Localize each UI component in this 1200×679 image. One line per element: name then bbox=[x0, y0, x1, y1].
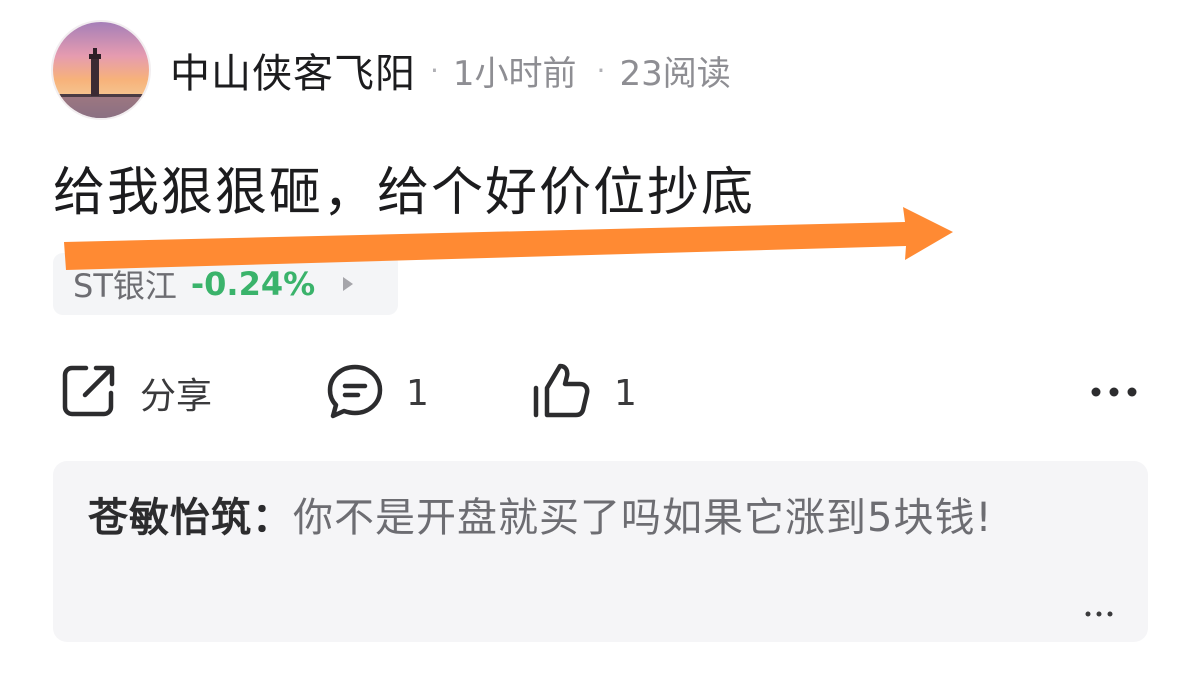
like-count: 1 bbox=[614, 372, 637, 414]
meta-separator: · bbox=[596, 53, 606, 87]
meta-separator: · bbox=[430, 53, 439, 87]
share-button[interactable]: 分享 bbox=[60, 350, 212, 436]
comment-more-icon[interactable] bbox=[1084, 604, 1114, 617]
like-button[interactable]: 1 bbox=[530, 350, 637, 436]
chevron-right-icon bbox=[343, 277, 354, 291]
read-count: 23阅读 bbox=[619, 53, 731, 94]
author-avatar[interactable] bbox=[53, 22, 149, 118]
author-name[interactable]: 中山侠客飞阳 bbox=[170, 41, 416, 99]
share-out-icon bbox=[60, 362, 118, 424]
stock-change: -0.24% bbox=[190, 265, 316, 303]
comment-body: 苍敏怡筑：你不是开盘就买了吗如果它涨到5块钱! bbox=[88, 487, 1068, 549]
thumbs-up-icon bbox=[530, 360, 592, 426]
comment-preview[interactable]: 苍敏怡筑：你不是开盘就买了吗如果它涨到5块钱! bbox=[53, 461, 1148, 642]
comment-button[interactable]: 1 bbox=[326, 350, 429, 436]
post-header: 中山侠客飞阳 · 1小时前 · 23阅读 bbox=[170, 42, 731, 98]
share-label: 分享 bbox=[140, 376, 213, 417]
commenter-name[interactable]: 苍敏怡筑： bbox=[88, 495, 293, 541]
stock-name: ST银江 bbox=[73, 267, 177, 305]
comment-bubble-icon bbox=[326, 362, 384, 424]
post-time: 1小时前 bbox=[452, 53, 577, 94]
post-card: 中山侠客飞阳 · 1小时前 · 23阅读 给我狠狠砸，给个好价位抄底 ST银江 … bbox=[0, 0, 1200, 679]
stock-tag[interactable]: ST银江 -0.24% bbox=[53, 253, 398, 315]
action-bar: 分享 1 1 bbox=[0, 350, 1200, 440]
comment-text: 你不是开盘就买了吗如果它涨到5块钱! bbox=[293, 495, 993, 541]
comment-count: 1 bbox=[406, 372, 429, 414]
more-dots-icon[interactable] bbox=[1084, 372, 1144, 412]
post-content: 给我狠狠砸，给个好价位抄底 bbox=[53, 163, 756, 223]
post-meta: · 1小时前 · 23阅读 bbox=[430, 46, 731, 95]
